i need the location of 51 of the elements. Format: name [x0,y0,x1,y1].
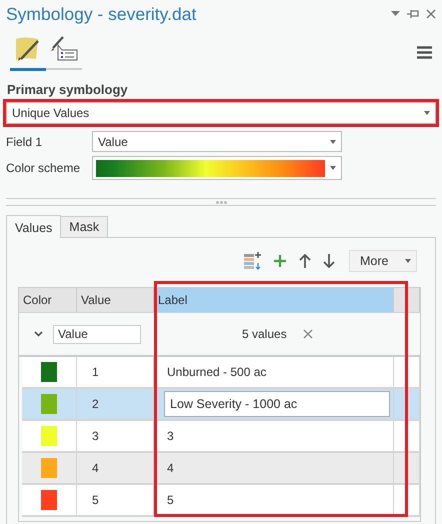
symbology-dropdown[interactable]: Unique Values [6,102,436,124]
down-arrow-icon[interactable] [323,254,335,268]
dropdown-icon[interactable] [391,11,400,17]
menu-icon[interactable] [417,46,432,58]
close-icon[interactable] [426,9,436,19]
caret-icon [405,259,411,263]
table-row[interactable]: 3 3 [22,421,420,453]
color-swatch[interactable] [41,362,57,382]
pin-icon[interactable] [407,9,419,19]
up-arrow-icon[interactable] [299,254,311,268]
column-header[interactable]: Label [154,288,394,312]
caret-icon [330,140,336,144]
field-dropdown[interactable]: Value [92,131,342,152]
field-label: Color scheme [6,161,82,175]
tab[interactable]: Mask [60,216,108,237]
caret-icon [330,166,336,170]
view-tab[interactable] [46,34,82,70]
close-icon[interactable] [302,329,313,339]
window-title: Symbology - severity.dat [6,4,196,24]
table-row[interactable]: 5 5 [22,485,420,517]
label-input-field[interactable]: Low Severity - 1000 ac [164,391,390,417]
table-cell: 4 [167,461,174,475]
caret-icon [424,111,430,115]
table-row[interactable]: 4 4 [22,453,420,485]
more-button[interactable]: More [349,250,417,272]
table-cell: 4 [92,461,99,475]
value-count: 5 values [242,327,287,341]
table-cell: 2 [92,397,99,411]
column-header[interactable]: Value [77,288,154,312]
color-swatch[interactable] [41,490,57,510]
group-field[interactable]: Value [53,324,141,344]
column-header[interactable]: Color [19,288,77,312]
table-cell: 1 [92,365,99,379]
table-cell: 3 [167,429,174,443]
color-swatch[interactable] [41,394,57,414]
color-swatch[interactable] [41,458,57,478]
table-cell: 5 [167,493,174,507]
splitter-handle[interactable] [6,198,436,206]
color-swatch[interactable] [41,426,57,446]
collapse-icon[interactable] [34,331,43,337]
table-cell: Unburned - 500 ac [167,365,266,379]
table-row[interactable]: 1 Unburned - 500 ac [22,357,420,389]
color-scheme-dropdown[interactable] [92,156,342,180]
table-cell: 5 [92,493,99,507]
section-heading: Primary symbology [6,81,129,97]
tab[interactable]: Values [6,215,62,238]
add-all-values-icon[interactable] [243,252,261,270]
add-icon[interactable] [273,254,287,268]
table-cell: 3 [92,429,99,443]
table-row[interactable]: 2 Low Severity - 1000 ac [22,389,420,421]
field-label: Field 1 [6,134,44,148]
